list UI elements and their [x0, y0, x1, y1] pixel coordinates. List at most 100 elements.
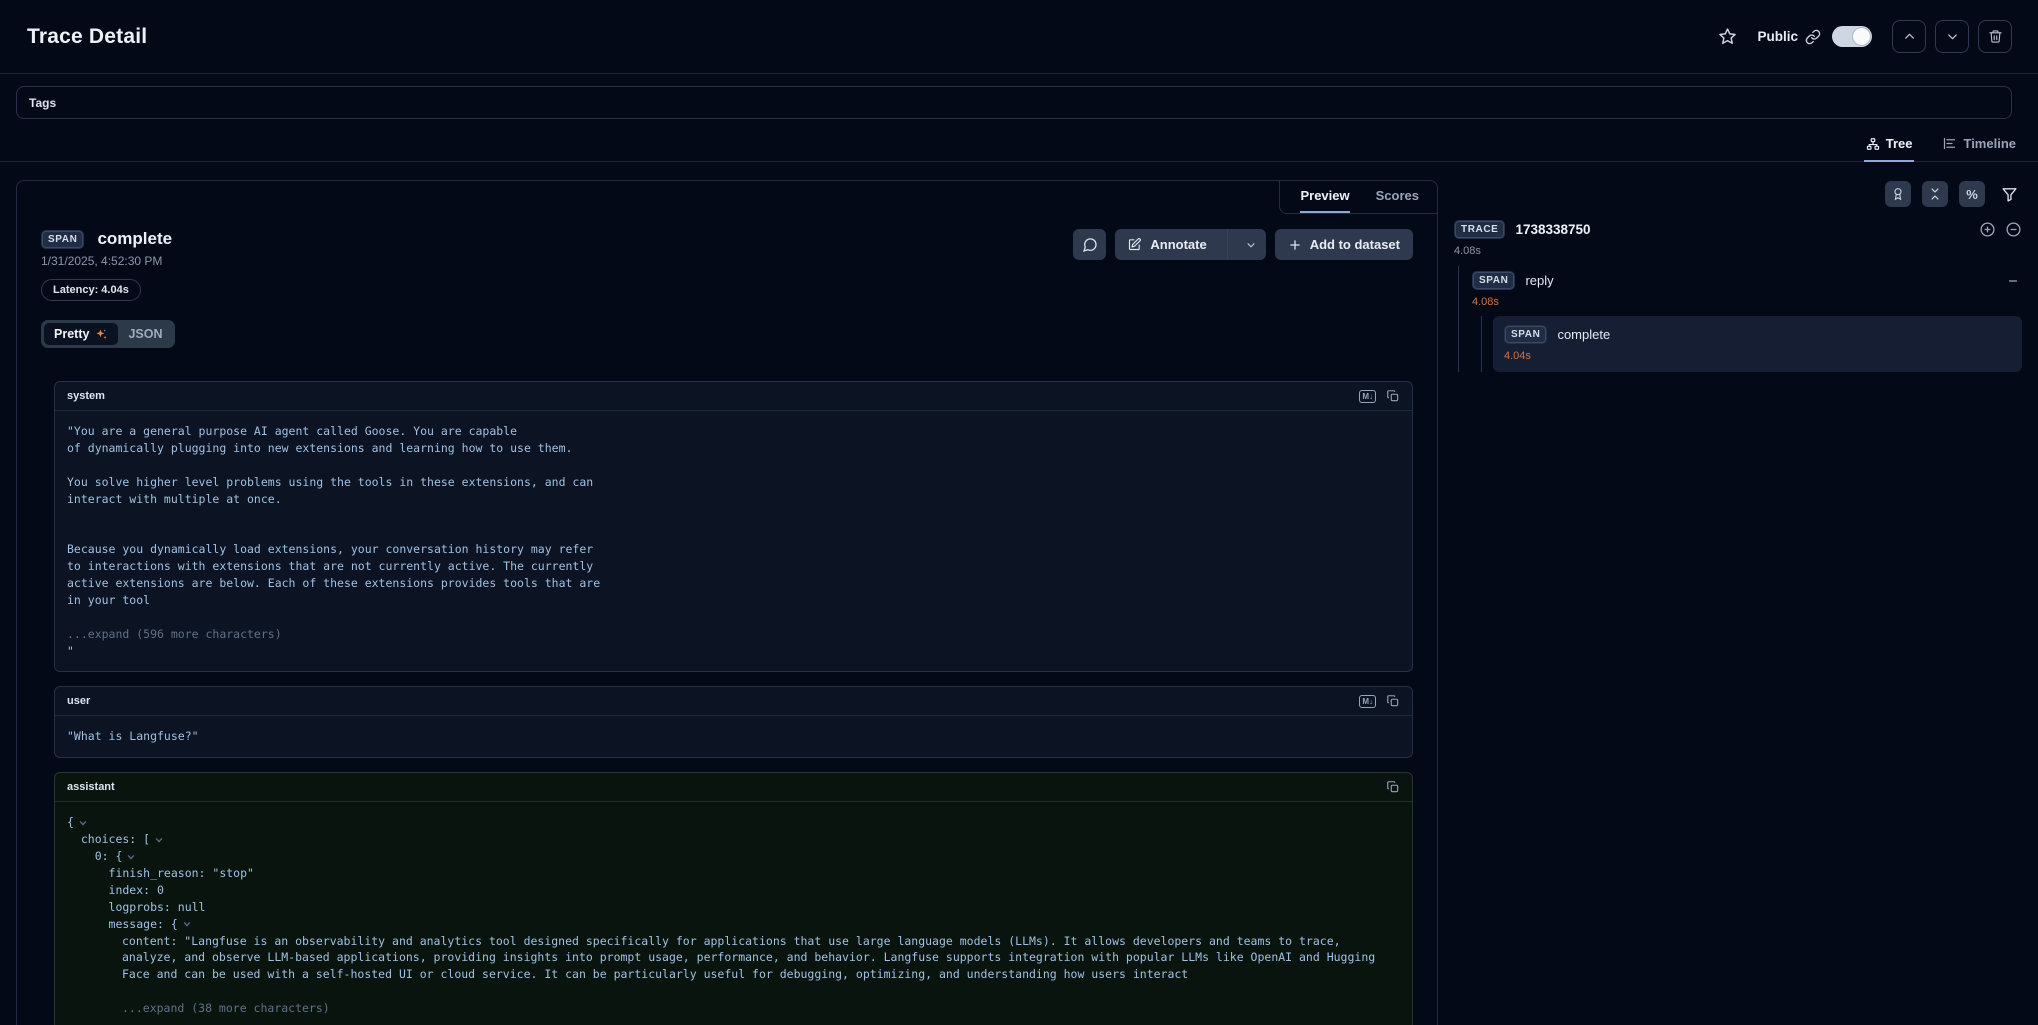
collapse-caret-icon[interactable]	[182, 919, 192, 929]
collapse-all-circle-minus-icon[interactable]	[2005, 221, 2022, 238]
button-divider	[1227, 229, 1228, 260]
scores-award-button[interactable]	[1885, 181, 1911, 207]
collapse-caret-icon[interactable]	[126, 852, 136, 862]
public-label: Public	[1757, 29, 1798, 44]
tab-tree-label: Tree	[1886, 136, 1913, 151]
delete-trace-button[interactable]	[1978, 20, 2012, 53]
panel-body: SPAN complete 1/31/2025, 4:52:30 PM Late…	[17, 181, 1437, 1025]
collapse-caret-icon[interactable]	[78, 818, 88, 828]
span-name: reply	[1525, 273, 1553, 288]
pretty-label: Pretty	[54, 327, 89, 341]
annotate-button[interactable]: Annotate	[1115, 229, 1265, 260]
trace-tree-sidebar: % TRACE 1738338750 4.08s SPAN reply	[1454, 180, 2022, 1025]
span-actions: Annotate Add to dataset	[1073, 229, 1413, 260]
annotate-label: Annotate	[1150, 237, 1206, 252]
tab-timeline[interactable]: Timeline	[1940, 129, 2018, 162]
collapse-caret-icon[interactable]	[154, 835, 164, 845]
share-link-icon[interactable]	[1805, 29, 1821, 45]
trace-root-row[interactable]: TRACE 1738338750	[1454, 220, 2022, 239]
markdown-toggle-icon[interactable]: M↓	[1359, 390, 1376, 403]
previous-trace-button[interactable]	[1892, 20, 1926, 53]
json-line: finish_reason: "stop"	[67, 865, 1400, 882]
span-name: complete	[97, 229, 172, 249]
role-label: user	[67, 695, 90, 707]
add-to-dataset-button[interactable]: Add to dataset	[1275, 229, 1413, 260]
span-badge: SPAN	[1504, 325, 1547, 344]
plus-icon	[1288, 238, 1302, 252]
span-preview-panel: Preview Scores SPAN complete 1/31/2025, …	[16, 180, 1438, 1025]
assistant-json-tree: { choices: [ 0: { finish_reason: "stop" …	[67, 814, 1400, 932]
format-json-option[interactable]: JSON	[118, 323, 172, 345]
copy-icon[interactable]	[1386, 694, 1400, 708]
top-bar-actions: Public	[1718, 20, 2012, 53]
json-line: index: 0	[67, 882, 1400, 899]
content-row: Preview Scores SPAN complete 1/31/2025, …	[0, 162, 2038, 1025]
copy-icon[interactable]	[1386, 389, 1400, 403]
message-user: user M↓ "What is Langfuse?"	[54, 686, 1413, 758]
json-line: message: {	[67, 916, 1400, 933]
sidebar-toolbar: %	[1454, 181, 2022, 207]
span-type-badge: SPAN	[41, 230, 84, 249]
filter-funnel-button[interactable]	[1996, 181, 2022, 207]
json-line: {	[67, 814, 1400, 831]
annotate-edit-icon	[1127, 237, 1142, 252]
expand-link[interactable]: ...expand (38 more characters)	[67, 1000, 1400, 1017]
trace-nav-buttons	[1892, 20, 2012, 53]
view-mode-tabs: Tree Timeline	[0, 129, 2038, 162]
comment-button[interactable]	[1073, 229, 1106, 260]
tags-label: Tags	[29, 96, 56, 110]
tab-preview[interactable]: Preview	[1300, 188, 1349, 213]
tree-network-icon	[1866, 137, 1880, 151]
tags-box[interactable]: Tags	[16, 86, 2012, 119]
trace-duration: 4.08s	[1454, 245, 2022, 257]
trace-id: 1738338750	[1515, 222, 1590, 237]
span-complete-row-selected[interactable]: SPAN complete 4.04s	[1493, 316, 2022, 372]
reply-children: SPAN complete 4.04s	[1481, 316, 2022, 372]
span-timestamp: 1/31/2025, 4:52:30 PM	[41, 254, 172, 268]
system-message-content: "You are a general purpose AI agent call…	[67, 423, 1400, 659]
tab-tree[interactable]: Tree	[1864, 129, 1915, 162]
trace-children: SPAN reply 4.08s SPAN complete 4.04s	[1458, 266, 2022, 372]
role-label: system	[67, 390, 105, 402]
json-line: logprobs: null	[67, 899, 1400, 916]
json-line: choices: [	[67, 831, 1400, 848]
role-label: assistant	[67, 781, 115, 793]
timeline-icon	[1942, 136, 1957, 151]
tab-scores[interactable]: Scores	[1376, 188, 1419, 213]
span-badge: SPAN	[1472, 271, 1515, 290]
span-duration: 4.04s	[1504, 350, 2011, 362]
user-message-content: "What is Langfuse?"	[67, 728, 1400, 745]
message-system: system M↓ "You are a general purpose AI …	[54, 381, 1413, 672]
public-share-control: Public	[1757, 26, 1872, 47]
json-label: JSON	[128, 327, 162, 341]
span-name: complete	[1557, 327, 1610, 342]
top-bar: Trace Detail Public	[0, 0, 2038, 74]
star-bookmark-button[interactable]	[1718, 27, 1737, 46]
format-pretty-option[interactable]: Pretty	[44, 323, 118, 345]
page-title: Trace Detail	[27, 25, 147, 49]
sparkles-icon	[95, 328, 108, 341]
trace-badge: TRACE	[1454, 220, 1505, 239]
message-assistant: assistant { choices: [ 0: { finish_reaso…	[54, 772, 1413, 1025]
collapse-node-minus-icon[interactable]	[2006, 274, 2022, 288]
tab-timeline-label: Timeline	[1963, 136, 2016, 151]
next-trace-button[interactable]	[1935, 20, 1969, 53]
json-line: 0: {	[67, 848, 1400, 865]
preview-scores-tabs: Preview Scores	[1279, 181, 1437, 214]
messages-list: system M↓ "You are a general purpose AI …	[54, 381, 1413, 1025]
add-to-dataset-label: Add to dataset	[1310, 237, 1400, 252]
public-toggle[interactable]	[1832, 26, 1872, 47]
toggle-knob	[1853, 28, 1870, 45]
annotate-dropdown-chevron[interactable]	[1236, 229, 1266, 260]
markdown-toggle-icon[interactable]: M↓	[1359, 695, 1376, 708]
assistant-content-line: content: "Langfuse is an observability a…	[67, 933, 1400, 984]
expand-all-circle-plus-icon[interactable]	[1979, 221, 1996, 238]
format-toggle: Pretty JSON	[41, 320, 175, 348]
span-reply-row[interactable]: SPAN reply	[1472, 266, 2022, 290]
copy-icon[interactable]	[1386, 780, 1400, 794]
latency-badge: Latency: 4.04s	[41, 279, 141, 301]
expand-link[interactable]: ...expand (596 more characters)	[67, 627, 282, 641]
collapse-all-button[interactable]	[1922, 181, 1948, 207]
span-duration: 4.08s	[1472, 296, 2022, 308]
metrics-percent-button[interactable]: %	[1959, 181, 1985, 207]
